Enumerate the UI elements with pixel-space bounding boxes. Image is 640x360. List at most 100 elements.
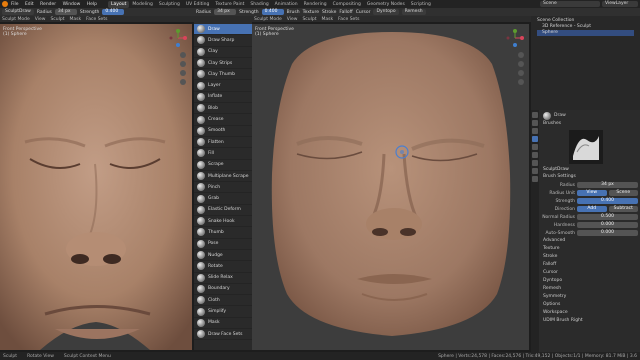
advanced-section[interactable]: Advanced — [541, 237, 638, 245]
brush-item-boundary[interactable]: Boundary — [194, 284, 252, 296]
falloff-section[interactable]: Falloff — [541, 261, 638, 269]
brush-item-clay[interactable]: Clay — [194, 47, 252, 58]
remesh-section[interactable]: Remesh — [541, 285, 638, 293]
tool-tab-icon[interactable] — [532, 112, 538, 118]
brush-item-elastic-deform[interactable]: Elastic Deform — [194, 205, 252, 217]
brush-item-rotate[interactable]: Rotate — [194, 261, 252, 273]
right-menu-mask[interactable]: Mask — [322, 17, 334, 22]
tab-uv-editing[interactable]: UV Editing — [183, 1, 212, 8]
outliner-item-selected[interactable]: Sphere — [537, 30, 634, 36]
brush-item-scrape[interactable]: Scrape — [194, 160, 252, 171]
menu-help[interactable]: Help — [87, 2, 97, 7]
header-texture[interactable]: Texture — [303, 10, 319, 15]
brush-item-multiplane-scrape[interactable]: Multiplane Scrape — [194, 171, 252, 183]
tab-sculpting[interactable]: Sculpting — [156, 1, 183, 8]
radius-unit-scene[interactable]: Scene — [608, 190, 638, 196]
render-tab-icon[interactable] — [532, 120, 538, 126]
right-strength-field[interactable]: 0.400 — [261, 9, 284, 15]
workspace-section[interactable]: Workspace — [541, 309, 638, 317]
direction-add[interactable]: Add — [577, 206, 607, 212]
brush-item-smooth[interactable]: Smooth — [194, 126, 252, 137]
symmetry-section[interactable]: Symmetry — [541, 293, 638, 301]
menu-file[interactable]: File — [11, 2, 19, 7]
object-tab-icon[interactable] — [532, 160, 538, 166]
texture-section[interactable]: Texture — [541, 245, 638, 253]
left-menu-view[interactable]: View — [35, 17, 46, 22]
brush-name[interactable]: SculptDraw — [541, 166, 638, 173]
brush-item-blob[interactable]: Blob — [194, 103, 252, 115]
right-radius-field[interactable]: 34 px — [214, 9, 237, 15]
brush-item-nudge[interactable]: Nudge — [194, 250, 252, 262]
left-menu-sculpt[interactable]: Sculpt — [50, 17, 64, 22]
options-section[interactable]: Options — [541, 301, 638, 309]
strength-field[interactable]: 0.400 — [577, 198, 638, 204]
left-nav-gizmo-icon[interactable] — [168, 28, 188, 48]
left-mode-selector[interactable]: Sculpt Mode — [2, 16, 30, 22]
brush-item-clay-thumb[interactable]: Clay Thumb — [194, 69, 252, 81]
right-viewport[interactable]: Front Perspective (1) Sphere — [252, 24, 529, 350]
brush-item-layer[interactable]: Layer — [194, 80, 252, 92]
left-pan-icon[interactable] — [180, 61, 186, 67]
left-brush-selector[interactable]: SculptDraw — [2, 9, 34, 15]
brush-item-thumb[interactable]: Thumb — [194, 227, 252, 239]
menu-edit[interactable]: Edit — [25, 2, 34, 7]
tab-geometry-nodes[interactable]: Geometry Nodes — [364, 1, 408, 8]
brush-settings-section[interactable]: Brush Settings — [541, 173, 638, 181]
tab-modeling[interactable]: Modeling — [129, 1, 155, 8]
brush-item-flatten[interactable]: Flatten — [194, 137, 252, 149]
right-grid-icon[interactable] — [518, 79, 524, 85]
output-tab-icon[interactable] — [532, 128, 538, 134]
brush-item-cloth[interactable]: Cloth — [194, 295, 252, 307]
active-tool-tab-icon[interactable] — [532, 136, 538, 142]
tab-layout[interactable]: Layout — [108, 0, 130, 8]
left-viewport[interactable]: Front Perspective (1) Sphere — [0, 24, 192, 350]
brush-item-snake-hook[interactable]: Snake Hook — [194, 216, 252, 228]
right-mode-selector[interactable]: Sculpt Mode — [254, 17, 282, 22]
brush-item-clay-strips[interactable]: Clay Strips — [194, 58, 252, 70]
right-menu-sculpt[interactable]: Sculpt — [302, 17, 316, 22]
brush-item-slide-relax[interactable]: Slide Relax — [194, 273, 252, 284]
right-menu-view[interactable]: View — [287, 17, 298, 22]
right-menu-face-sets[interactable]: Face Sets — [338, 17, 359, 22]
dyntopo-section[interactable]: Dyntopo — [541, 277, 638, 285]
brush-item-grab[interactable]: Grab — [194, 193, 252, 205]
left-grid-icon[interactable] — [180, 79, 186, 85]
menu-window[interactable]: Window — [63, 2, 81, 7]
brush-item-draw-sharp[interactable]: Draw Sharp — [194, 35, 252, 47]
hardness-field[interactable]: 0.000 — [577, 222, 638, 228]
tab-rendering[interactable]: Rendering — [301, 1, 330, 8]
blender-logo-icon[interactable] — [2, 1, 8, 7]
right-camera-icon[interactable] — [518, 70, 524, 76]
world-tab-icon[interactable] — [532, 152, 538, 158]
brush-item-draw-face-sets[interactable]: Draw Face Sets — [194, 329, 252, 341]
left-menu-face-sets[interactable]: Face Sets — [86, 17, 107, 22]
right-pan-icon[interactable] — [518, 61, 524, 67]
tab-shading[interactable]: Shading — [247, 1, 271, 8]
material-tab-icon[interactable] — [532, 176, 538, 182]
brushes-section[interactable]: Brushes — [541, 120, 638, 128]
left-camera-icon[interactable] — [180, 70, 186, 76]
header-brush[interactable]: Brush — [287, 10, 300, 15]
normal-radius-field[interactable]: 0.500 — [577, 214, 638, 220]
dyntopo-button[interactable]: Dyntopo — [373, 9, 399, 15]
radius-field[interactable]: 34 px — [577, 182, 638, 188]
scene-tab-icon[interactable] — [532, 144, 538, 150]
radius-unit-view[interactable]: View — [577, 190, 607, 196]
tab-compositing[interactable]: Compositing — [330, 1, 364, 8]
brush-item-pose[interactable]: Pose — [194, 239, 252, 250]
header-stroke[interactable]: Stroke — [322, 10, 336, 15]
brush-item-simplify[interactable]: Simplify — [194, 306, 252, 318]
left-menu-mask[interactable]: Mask — [70, 17, 82, 22]
tab-scripting[interactable]: Scripting — [408, 1, 434, 8]
scene-selector[interactable]: Scene — [540, 1, 600, 7]
header-cursor[interactable]: Cursor — [356, 10, 371, 15]
header-falloff[interactable]: Falloff — [339, 10, 352, 15]
brush-item-inflate[interactable]: Inflate — [194, 92, 252, 104]
cursor-section[interactable]: Cursor — [541, 269, 638, 277]
tab-animation[interactable]: Animation — [272, 1, 301, 8]
brush-item-draw[interactable]: Draw — [194, 24, 252, 36]
brush-item-mask[interactable]: Mask — [194, 318, 252, 330]
tab-texture-paint[interactable]: Texture Paint — [212, 1, 247, 8]
right-zoom-icon[interactable] — [518, 52, 524, 58]
right-nav-gizmo-icon[interactable] — [505, 28, 525, 48]
